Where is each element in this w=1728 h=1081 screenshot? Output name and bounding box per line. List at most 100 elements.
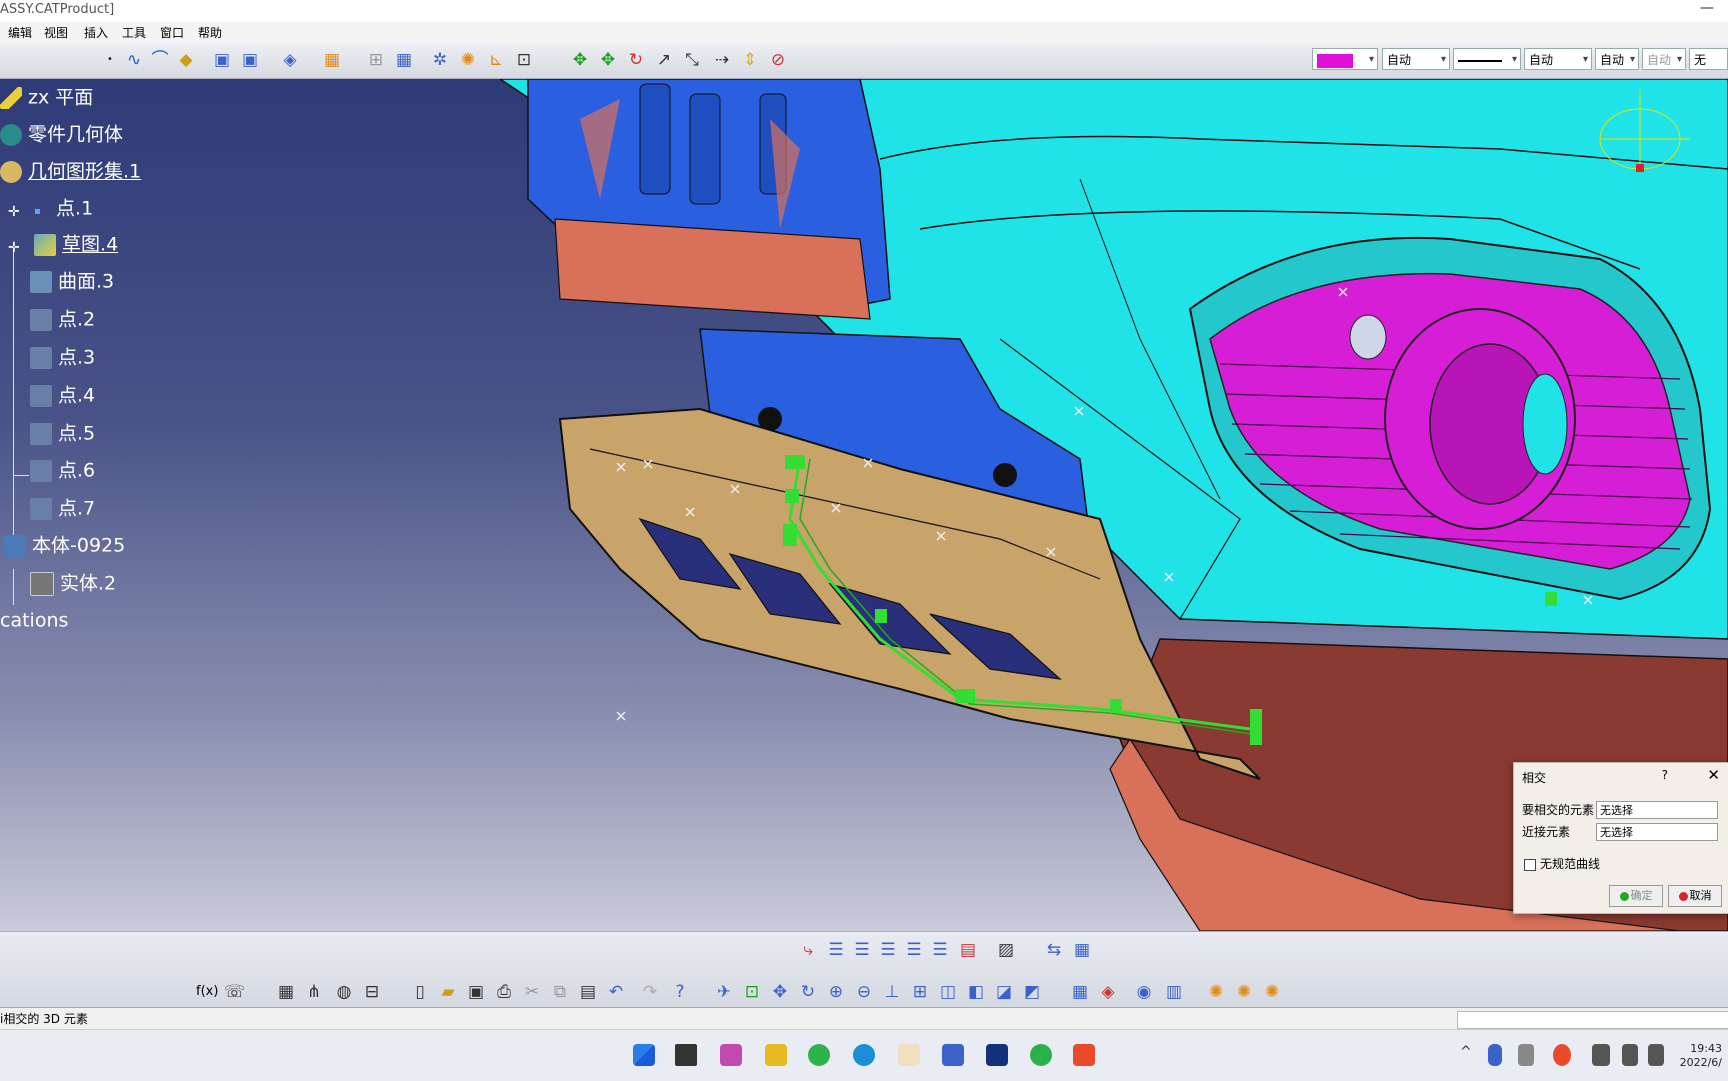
grid-tool-icon[interactable]: ▦ (394, 50, 414, 70)
tree-item[interactable]: 零件几何体 (0, 120, 123, 148)
rotate-tool-icon[interactable]: ↻ (626, 50, 646, 70)
filter-tool-icon[interactable]: ▦ (1072, 940, 1092, 960)
render-icon[interactable]: ✺ (1262, 982, 1282, 1002)
extrude-tool-icon[interactable]: ▣ (212, 50, 232, 70)
scaling-tool-icon[interactable]: ⤡ (682, 50, 702, 70)
print-icon[interactable]: ⎙ (494, 982, 514, 1002)
graph-tool-icon[interactable]: ⋔ (304, 982, 324, 1002)
menu-edit[interactable]: 编辑 (8, 24, 32, 41)
close-icon[interactable]: ✕ (1707, 766, 1720, 784)
3d-viewport[interactable]: zx 平面 零件几何体 几何图形集.1 ✛ ▪ 点.1 ✛ 草图.4 曲面.3 点… (0, 79, 1728, 931)
tree-item[interactable]: 点.6 (30, 456, 95, 484)
menu-help[interactable]: 帮助 (198, 24, 222, 41)
tree-item[interactable]: 实体.2 (30, 569, 116, 597)
wifi-icon[interactable] (1648, 1044, 1664, 1066)
transparency-select[interactable]: 自动 ▾ (1382, 48, 1450, 70)
tree-item[interactable]: ✛ ▪ 点.1 (8, 194, 93, 222)
catalog-tool-icon[interactable]: ▨ (996, 940, 1016, 960)
tree-item[interactable]: 本体-0925 (4, 531, 125, 559)
symmetry-tool-icon[interactable]: ↗ (654, 50, 674, 70)
fly-mode-icon[interactable]: ✈ (714, 982, 734, 1002)
tree-item[interactable]: 点.3 (30, 343, 95, 371)
pattern-tool-icon[interactable]: ⊞ (366, 50, 386, 70)
tree-item[interactable]: 点.4 (30, 381, 95, 409)
tree-item[interactable]: 曲面.3 (30, 267, 114, 295)
browser-green-icon[interactable] (808, 1044, 830, 1066)
color-select[interactable]: ▾ (1312, 48, 1378, 70)
menu-view[interactable]: 视图 (44, 24, 68, 41)
app-icon[interactable] (720, 1044, 742, 1066)
clash-icon[interactable]: ▥ (1164, 982, 1184, 1002)
menu-window[interactable]: 窗口 (160, 24, 184, 41)
section-icon[interactable]: ◉ (1134, 982, 1154, 1002)
fit-all-icon[interactable]: ⊡ (742, 982, 762, 1002)
law-tool-icon[interactable]: ✺ (458, 50, 478, 70)
grid-view-icon[interactable]: ▦ (1070, 982, 1090, 1002)
wechat-icon[interactable] (1030, 1044, 1052, 1066)
no-curve-checkbox[interactable]: 无规范曲线 (1524, 855, 1600, 872)
second-element-field[interactable]: 无选择 (1596, 823, 1718, 841)
minimize-button[interactable]: — (1700, 0, 1714, 16)
notes-icon[interactable] (942, 1044, 964, 1066)
hide-show-icon[interactable]: ◪ (994, 982, 1014, 1002)
layer-tool-icon[interactable]: ⇆ (1044, 940, 1064, 960)
explorer-icon[interactable] (765, 1044, 787, 1066)
rotate-view-icon[interactable]: ↻ (798, 982, 818, 1002)
swap-tool-icon[interactable]: ☰ (930, 940, 950, 960)
normal-view-icon[interactable]: ⊥ (882, 982, 902, 1002)
join-tool-icon[interactable]: ◈ (280, 50, 300, 70)
material-icon[interactable]: ◈ (1098, 982, 1118, 1002)
save-icon[interactable]: ▣ (466, 982, 486, 1002)
new-file-icon[interactable]: ▯ (410, 982, 430, 1002)
redo-icon[interactable]: ↷ (640, 982, 660, 1002)
display-icon[interactable] (1592, 1044, 1610, 1066)
task-view-icon[interactable] (675, 1044, 697, 1066)
revolve-tool-icon[interactable]: ▣ (240, 50, 260, 70)
plane-tool-icon[interactable]: ◆ (176, 50, 196, 70)
layer-select[interactable]: 自动 ▾ (1642, 48, 1686, 70)
swap-space-icon[interactable]: ◩ (1022, 982, 1042, 1002)
knowledge-tool-icon[interactable]: ◍ (334, 982, 354, 1002)
point-tool-icon[interactable]: • (100, 50, 120, 70)
clock[interactable]: 19:43 2022/6/ (1680, 1042, 1722, 1070)
structure-tool-icon[interactable]: ⊟ (362, 982, 382, 1002)
hide-tool-icon[interactable]: ☰ (904, 940, 924, 960)
extract-tool-icon[interactable]: ▦ (322, 50, 342, 70)
axis-to-axis-icon[interactable]: ⇕ (740, 50, 760, 70)
menu-tools[interactable]: 工具 (122, 24, 146, 41)
tree-item[interactable]: ✛ 草图.4 (8, 230, 118, 258)
layer-filter-select[interactable]: 无 (1689, 48, 1728, 70)
tree-item[interactable]: zx 平面 (0, 83, 93, 111)
checkbox-box[interactable] (1524, 858, 1536, 871)
cad-model-render[interactable] (0, 79, 1728, 931)
tree-item[interactable]: 点.7 (30, 494, 95, 522)
point-symbol-select[interactable]: 自动 ▾ (1595, 48, 1639, 70)
multi-view-icon[interactable]: ⊞ (910, 982, 930, 1002)
comment-tool-icon[interactable]: ☏ (224, 982, 245, 1002)
speaker-icon[interactable] (1622, 1044, 1638, 1066)
command-input[interactable] (1457, 1011, 1728, 1029)
list-tool-icon[interactable]: ☰ (826, 940, 846, 960)
tray-app-icon[interactable] (1553, 1044, 1571, 1066)
tree-item[interactable]: 几何图形集.1 (0, 157, 141, 185)
zoom-in-icon[interactable]: ⊕ (826, 982, 846, 1002)
pan-icon[interactable]: ✥ (770, 982, 790, 1002)
edge-icon[interactable] (853, 1044, 875, 1066)
open-file-icon[interactable]: ▰ (438, 982, 458, 1002)
translate-tool-icon[interactable]: ✥ (598, 50, 618, 70)
shading-icon[interactable]: ◧ (966, 982, 986, 1002)
move-tool-icon[interactable]: ✥ (570, 50, 590, 70)
animation-icon[interactable]: ✺ (1234, 982, 1254, 1002)
tray-icon[interactable] (1518, 1044, 1534, 1066)
simulation-icon[interactable]: ✺ (1206, 982, 1226, 1002)
copy-icon[interactable]: ⧉ (550, 982, 570, 1002)
formula-tool-icon[interactable]: f(x) (196, 982, 218, 1002)
table-tool-icon[interactable]: ▦ (276, 982, 296, 1002)
first-element-field[interactable]: 无选择 (1596, 801, 1718, 819)
recorder-icon[interactable] (1073, 1044, 1095, 1066)
chevron-up-icon[interactable]: ^ (1460, 1044, 1474, 1066)
cut-icon[interactable]: ✂ (522, 982, 542, 1002)
help-button[interactable]: ? (1662, 768, 1668, 782)
game-icon[interactable] (898, 1044, 920, 1066)
tree-tool-icon[interactable]: ☰ (852, 940, 872, 960)
